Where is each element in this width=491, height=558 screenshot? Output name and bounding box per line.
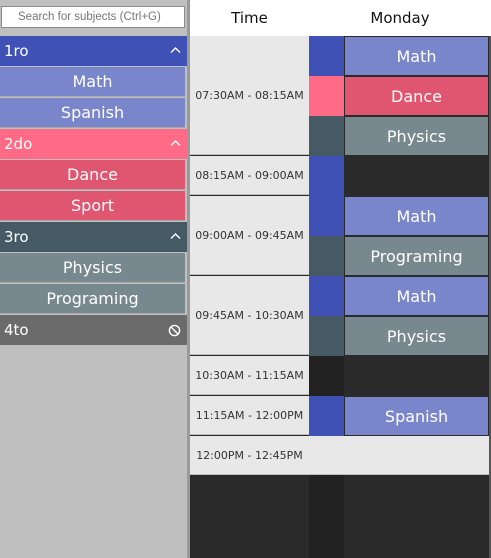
subject-item-spanish[interactable]: Spanish <box>0 98 185 128</box>
subject-item-math[interactable]: Math <box>0 67 185 97</box>
group-header-1ro[interactable]: 1ro <box>0 36 187 66</box>
event-dance[interactable]: Dance <box>344 76 489 116</box>
chevron-up-icon[interactable] <box>170 36 181 66</box>
day-header-monday: Monday <box>309 0 491 36</box>
event-math[interactable]: Math <box>344 36 489 76</box>
time-slot: 09:45AM - 10:30AM <box>190 276 309 355</box>
subject-item-dance[interactable]: Dance <box>0 160 185 190</box>
event-physics[interactable]: Physics <box>344 316 489 356</box>
strip-column-filler <box>309 475 344 558</box>
group-header-3ro[interactable]: 3ro <box>0 222 187 252</box>
group-color-strip <box>309 196 344 236</box>
group-header-4to[interactable]: 4to <box>0 315 187 345</box>
event-programing[interactable]: Programing <box>344 236 489 276</box>
time-header: Time <box>190 0 309 36</box>
subject-item-physics[interactable]: Physics <box>0 253 185 283</box>
group-color-strip <box>309 236 344 276</box>
group-color-strip <box>309 76 344 116</box>
time-slot: 07:30AM - 08:15AM <box>190 36 309 155</box>
group-color-strip <box>309 156 344 196</box>
time-slot: 11:15AM - 12:00PM <box>190 396 309 435</box>
event-math[interactable]: Math <box>344 276 489 316</box>
time-slot: 12:00PM - 12:45PM <box>190 436 309 475</box>
time-slot: 10:30AM - 11:15AM <box>190 356 309 395</box>
group-color-strip <box>309 36 344 76</box>
group-color-strip <box>309 116 344 156</box>
blocked-icon[interactable] <box>168 315 181 348</box>
event-spanish[interactable]: Spanish <box>344 396 489 436</box>
chevron-up-icon[interactable] <box>170 129 181 159</box>
empty-strip <box>309 356 344 396</box>
group-color-strip <box>309 276 344 316</box>
group-color-strip <box>309 396 344 436</box>
subject-item-programing[interactable]: Programing <box>0 284 185 314</box>
empty-slot-band <box>309 436 491 475</box>
group-label: 3ro <box>4 228 29 246</box>
group-header-2do[interactable]: 2do <box>0 129 187 159</box>
event-math[interactable]: Math <box>344 196 489 236</box>
event-physics[interactable]: Physics <box>344 116 489 156</box>
group-color-strip <box>309 316 344 356</box>
time-slot: 09:00AM - 09:45AM <box>190 196 309 275</box>
group-label: 1ro <box>4 42 29 60</box>
chevron-up-icon[interactable] <box>170 222 181 252</box>
group-label: 2do <box>4 135 33 153</box>
subject-item-sport[interactable]: Sport <box>0 191 185 221</box>
group-label: 4to <box>4 321 29 339</box>
time-slot: 08:15AM - 09:00AM <box>190 156 309 195</box>
search-input[interactable] <box>1 6 185 28</box>
